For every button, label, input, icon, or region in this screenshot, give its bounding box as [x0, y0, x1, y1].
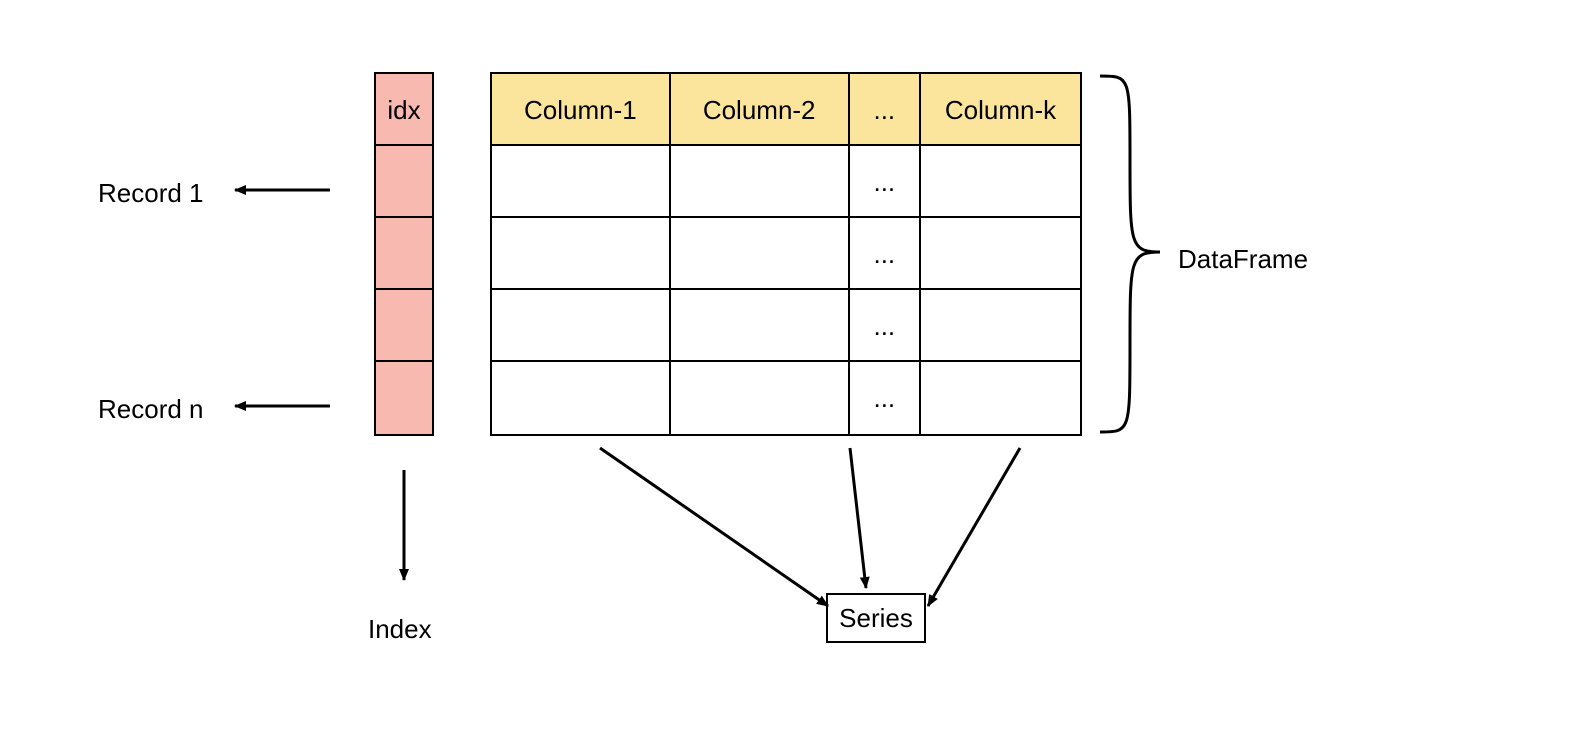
- arrow-colk-series: [928, 448, 1020, 606]
- table-cell: ...: [850, 146, 922, 218]
- index-column: idx: [374, 72, 434, 436]
- arrow-col1-series: [600, 448, 828, 606]
- table-cell: [671, 218, 850, 290]
- table-row: ...: [492, 290, 1080, 362]
- dataframe-table: Column-1 Column-2 ... Column-k ... ... .…: [490, 72, 1082, 436]
- table-cell: [492, 290, 671, 362]
- column-header: Column-k: [921, 74, 1080, 146]
- column-header: Column-2: [671, 74, 850, 146]
- table-cell: [921, 146, 1080, 218]
- dataframe-label: DataFrame: [1178, 244, 1308, 275]
- table-cell: [921, 290, 1080, 362]
- table-cell: [671, 290, 850, 362]
- table-cell: ...: [850, 218, 922, 290]
- index-cell: [376, 362, 432, 434]
- column-header-ellipsis: ...: [850, 74, 922, 146]
- table-cell: [921, 218, 1080, 290]
- pandas-dataframe-diagram: Record 1 Record n Index DataFrame idx Co…: [0, 0, 1583, 750]
- record-1-label: Record 1: [98, 178, 204, 209]
- brace-dataframe: [1100, 76, 1160, 432]
- index-cell: [376, 146, 432, 218]
- table-header-row: Column-1 Column-2 ... Column-k: [492, 74, 1080, 146]
- table-cell: [671, 146, 850, 218]
- arrow-col2-series: [850, 448, 866, 588]
- table-row: ...: [492, 146, 1080, 218]
- index-label: Index: [368, 614, 432, 645]
- record-n-label: Record n: [98, 394, 204, 425]
- index-cell: [376, 218, 432, 290]
- table-cell: ...: [850, 362, 922, 434]
- table-cell: ...: [850, 290, 922, 362]
- table-cell: [671, 362, 850, 434]
- index-cell: [376, 290, 432, 362]
- table-row: ...: [492, 362, 1080, 434]
- table-cell: [492, 146, 671, 218]
- series-box: Series: [826, 593, 926, 643]
- table-cell: [921, 362, 1080, 434]
- column-header: Column-1: [492, 74, 671, 146]
- index-header-cell: idx: [376, 74, 432, 146]
- table-cell: [492, 362, 671, 434]
- table-row: ...: [492, 218, 1080, 290]
- table-cell: [492, 218, 671, 290]
